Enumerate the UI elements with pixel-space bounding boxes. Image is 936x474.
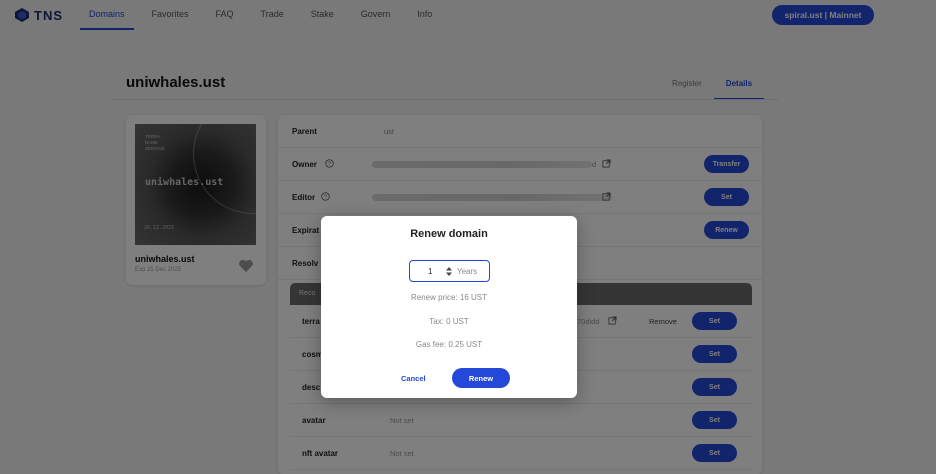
years-input[interactable]: 1 Years: [409, 260, 490, 282]
cancel-button[interactable]: Cancel: [401, 374, 426, 383]
tax-amount: Tax: 0 UST: [429, 317, 469, 326]
stepper-icon[interactable]: [445, 266, 453, 277]
years-unit: Years: [457, 267, 478, 276]
renew-price: Renew price: 16 UST: [410, 293, 488, 302]
renew-domain-modal: Renew domain 1 Years Renew price: 16 UST…: [321, 216, 577, 398]
renew-button[interactable]: Renew: [452, 368, 510, 388]
gas-fee: Gas fee: 0.25 UST: [415, 340, 483, 349]
years-value[interactable]: 1: [428, 267, 432, 276]
modal-title: Renew domain: [410, 228, 488, 240]
